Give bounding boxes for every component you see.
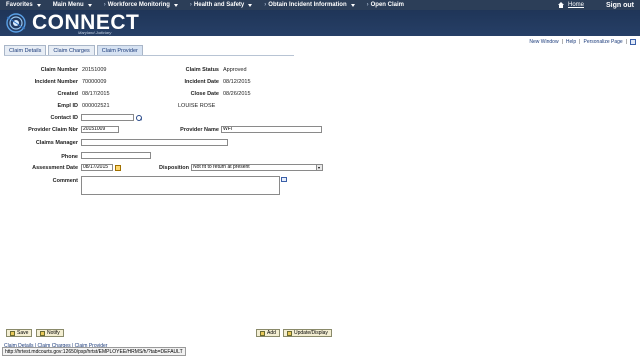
expand-textarea-icon[interactable] (281, 177, 287, 182)
chevron-down-icon (173, 3, 178, 7)
claim-number-value: 20151009 (82, 67, 107, 73)
nav-open-claim[interactable]: › Open Claim (361, 2, 410, 8)
logo-mark-icon (4, 12, 30, 34)
save-button[interactable]: Save (6, 329, 33, 337)
nav-workforce-monitoring[interactable]: › Workforce Monitoring (98, 2, 184, 8)
claim-status-value: Approved (223, 67, 247, 73)
chevron-down-icon (350, 3, 355, 7)
header-banner: CONNECT Maryland Judiciary (0, 10, 640, 36)
nav-favorites[interactable]: Favorites (0, 2, 47, 8)
status-bar-url: http://hrtest.mdcourts.gov:12650/psp/hrt… (2, 347, 186, 356)
notify-label: Notify (47, 330, 60, 336)
created-value: 08/17/2015 (82, 91, 110, 97)
tab-claim-charges[interactable]: Claim Charges (48, 45, 95, 55)
incident-number-value: 70000009 (82, 79, 107, 85)
provider-claim-nbr-label: Provider Claim Nbr (28, 127, 78, 133)
chevron-down-icon (36, 3, 41, 7)
chevron-down-icon (87, 3, 92, 7)
nav-obtain-incident[interactable]: › Obtain Incident Information (258, 2, 360, 8)
chevron-down-icon[interactable] (316, 165, 322, 170)
home-label: Home (567, 2, 584, 8)
disposition-select[interactable]: Not fit to return at present (191, 164, 323, 171)
disposition-selected-value: Not fit to return at present (193, 164, 250, 170)
update-display-label: Update/Display (294, 330, 328, 336)
calendar-icon[interactable] (115, 165, 121, 171)
nav-obtain-label: Obtain Incident Information (268, 2, 347, 8)
tab-claim-provider[interactable]: Claim Provider (96, 45, 143, 55)
notify-button[interactable]: Notify (36, 329, 64, 337)
brand-subtitle: Maryland Judiciary (78, 30, 112, 35)
close-date-label: Close Date (190, 91, 219, 97)
comment-label: Comment (52, 178, 78, 184)
nav-open-claim-label: Open Claim (370, 2, 404, 8)
save-icon (10, 330, 15, 336)
contact-id-input[interactable] (81, 114, 134, 121)
contact-id-label: Contact ID (50, 115, 79, 121)
save-label: Save (17, 330, 29, 336)
nav-health-label: Health and Safety (193, 2, 245, 8)
assessment-date-label: Assessment Date (32, 165, 78, 171)
incident-date-value: 08/12/2015 (223, 79, 251, 85)
nav-health-and-safety[interactable]: › Health and Safety (184, 2, 258, 8)
nav-main-menu[interactable]: Main Menu (47, 2, 98, 8)
personalize-page-link[interactable]: Personalize Page (583, 39, 622, 45)
page-utility-links: New Window | Help | Personalize Page | (529, 39, 636, 45)
update-display-button[interactable]: Update/Display (283, 329, 332, 337)
home-link[interactable]: Home (544, 2, 598, 8)
connect-logo: CONNECT (4, 12, 139, 34)
incident-number-label: Incident Number (34, 79, 78, 85)
employee-name: LOUISE ROSE (178, 103, 216, 109)
provider-name-label: Provider Name (180, 127, 219, 133)
page-help-icon[interactable] (630, 39, 636, 45)
tab-claim-details[interactable]: Claim Details (4, 45, 47, 55)
update-display-icon (287, 330, 292, 336)
nav-workforce-label: Workforce Monitoring (107, 2, 170, 8)
claim-tabs: Claim Details Claim Charges Claim Provid… (4, 45, 294, 56)
top-navigation-bar: Favorites Main Menu › Workforce Monitorin… (0, 0, 640, 10)
phone-label: Phone (61, 154, 78, 160)
claims-manager-input[interactable] (81, 139, 228, 146)
home-icon (557, 2, 565, 8)
phone-input[interactable] (81, 152, 151, 159)
empl-id-value: 000002521 (82, 103, 110, 109)
nav-main-menu-label: Main Menu (52, 2, 84, 8)
search-icon[interactable] (136, 115, 142, 121)
disposition-label: Disposition (159, 165, 189, 171)
add-icon (260, 330, 265, 336)
created-label: Created (57, 91, 78, 97)
claims-manager-label: Claims Manager (35, 140, 78, 146)
help-link[interactable]: Help (566, 39, 576, 45)
sign-out-link[interactable]: Sign out (598, 2, 640, 9)
assessment-date-input[interactable]: 08/17/2015 (81, 164, 113, 171)
chevron-down-icon (248, 3, 253, 7)
comment-textarea[interactable] (81, 176, 280, 195)
new-window-link[interactable]: New Window (529, 39, 558, 45)
add-button[interactable]: Add (256, 329, 280, 337)
nav-favorites-label: Favorites (6, 2, 33, 8)
claim-status-label: Claim Status (185, 67, 219, 73)
claim-number-label: Claim Number (40, 67, 78, 73)
close-date-value: 08/26/2015 (223, 91, 251, 97)
empl-id-label: Empl ID (57, 103, 78, 109)
provider-claim-nbr-input[interactable]: 20151009 (81, 126, 119, 133)
notify-icon (40, 330, 45, 336)
add-label: Add (267, 330, 276, 336)
provider-name-input[interactable]: WFI (221, 126, 322, 133)
incident-date-label: Incident Date (184, 79, 219, 85)
